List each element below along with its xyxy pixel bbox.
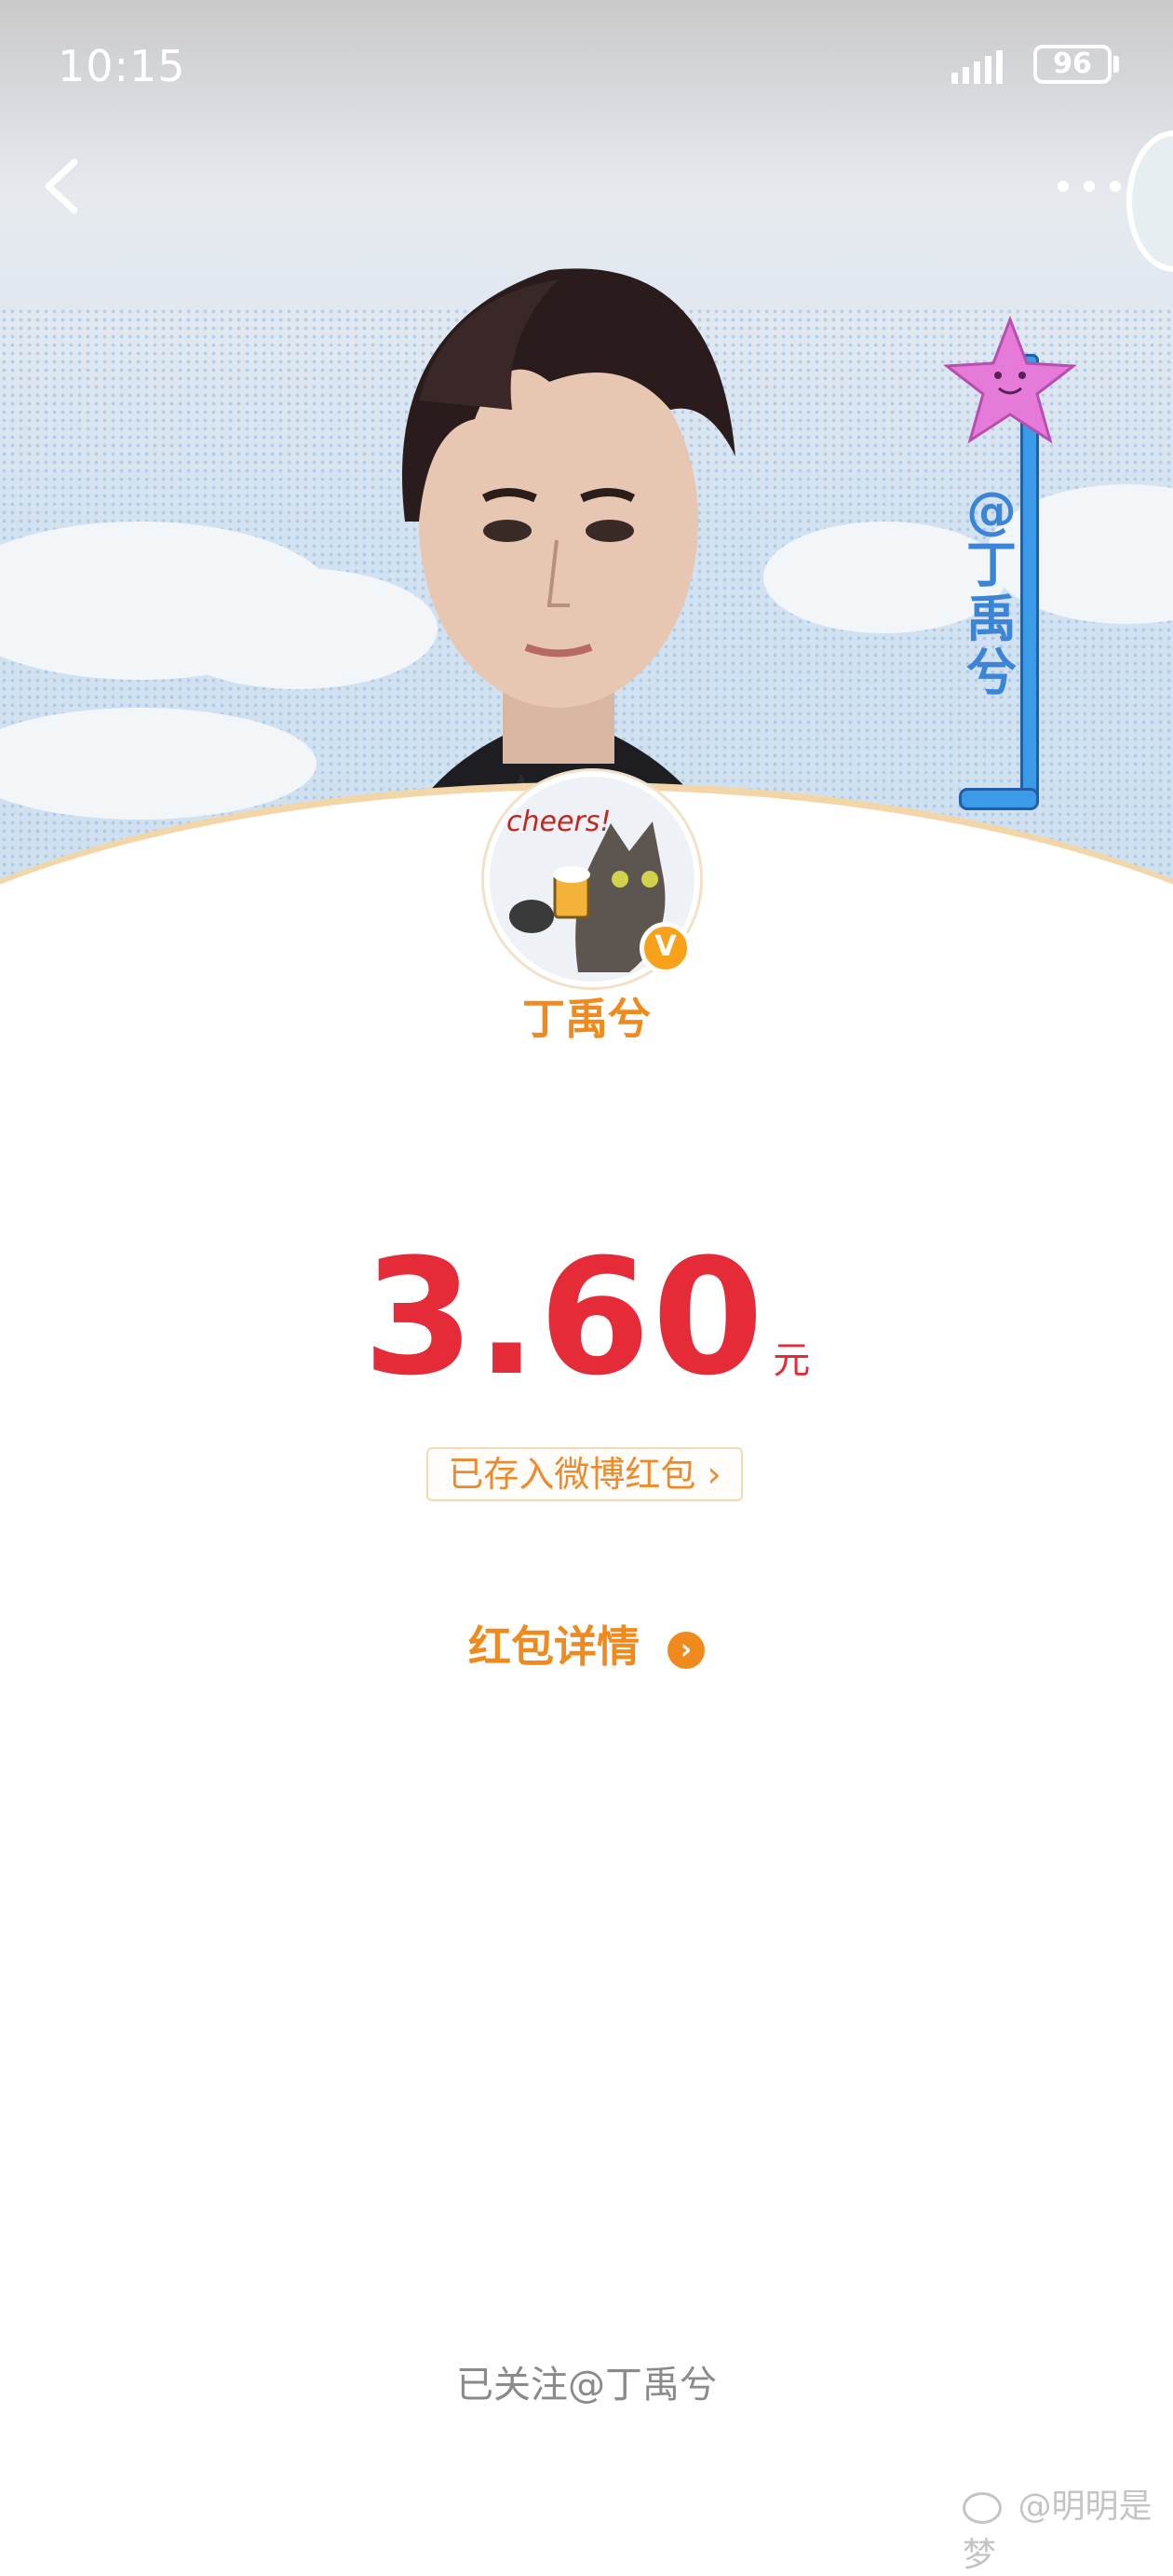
side-tag-name: @ 丁 禹 兮 (959, 484, 1024, 700)
status-bar: 10:15 96 (0, 0, 1173, 130)
status-time: 10:15 (58, 41, 186, 91)
followed-status-text: 已关注@丁禹兮 (456, 2364, 717, 2407)
battery-icon: 96 (1033, 45, 1112, 84)
watermark: @明明是梦 (963, 2479, 1173, 2576)
signal-icon (951, 50, 1003, 84)
battery-tip (1113, 56, 1119, 73)
red-packet-amount: 3.60 (362, 1224, 766, 1411)
back-button[interactable] (34, 149, 89, 224)
arrow-right-circle-icon: › (667, 1631, 705, 1669)
side-tag-char: 丁 (966, 536, 1017, 594)
amount-unit: 元 (773, 1339, 811, 1382)
saved-to-wallet-link[interactable]: 已存入微博红包 › (426, 1447, 743, 1501)
more-options-button[interactable] (1052, 169, 1126, 203)
verified-badge-icon: V (640, 922, 692, 974)
star-sticker-icon (942, 315, 1078, 444)
side-tag-char: 兮 (966, 644, 1017, 702)
weibo-logo-icon (963, 2492, 1002, 2524)
chevron-right-icon: › (707, 1454, 721, 1495)
side-tag-char: @ (966, 481, 1017, 540)
user-nickname[interactable]: 丁禹兮 (0, 985, 1173, 1047)
side-tag-base (959, 788, 1039, 810)
avatar-cheers-text: cheers! (506, 806, 611, 838)
header-banner: @ 丁 禹 兮 (0, 0, 1173, 894)
side-tag-char: 禹 (966, 590, 1017, 648)
red-packet-details-label: 红包详情 (467, 1621, 640, 1672)
saved-to-wallet-label: 已存入微博红包 (448, 1454, 696, 1495)
amount-row: 3.60 元 (0, 1238, 1173, 1398)
red-packet-details-button[interactable]: 红包详情 › (0, 1613, 1173, 1674)
